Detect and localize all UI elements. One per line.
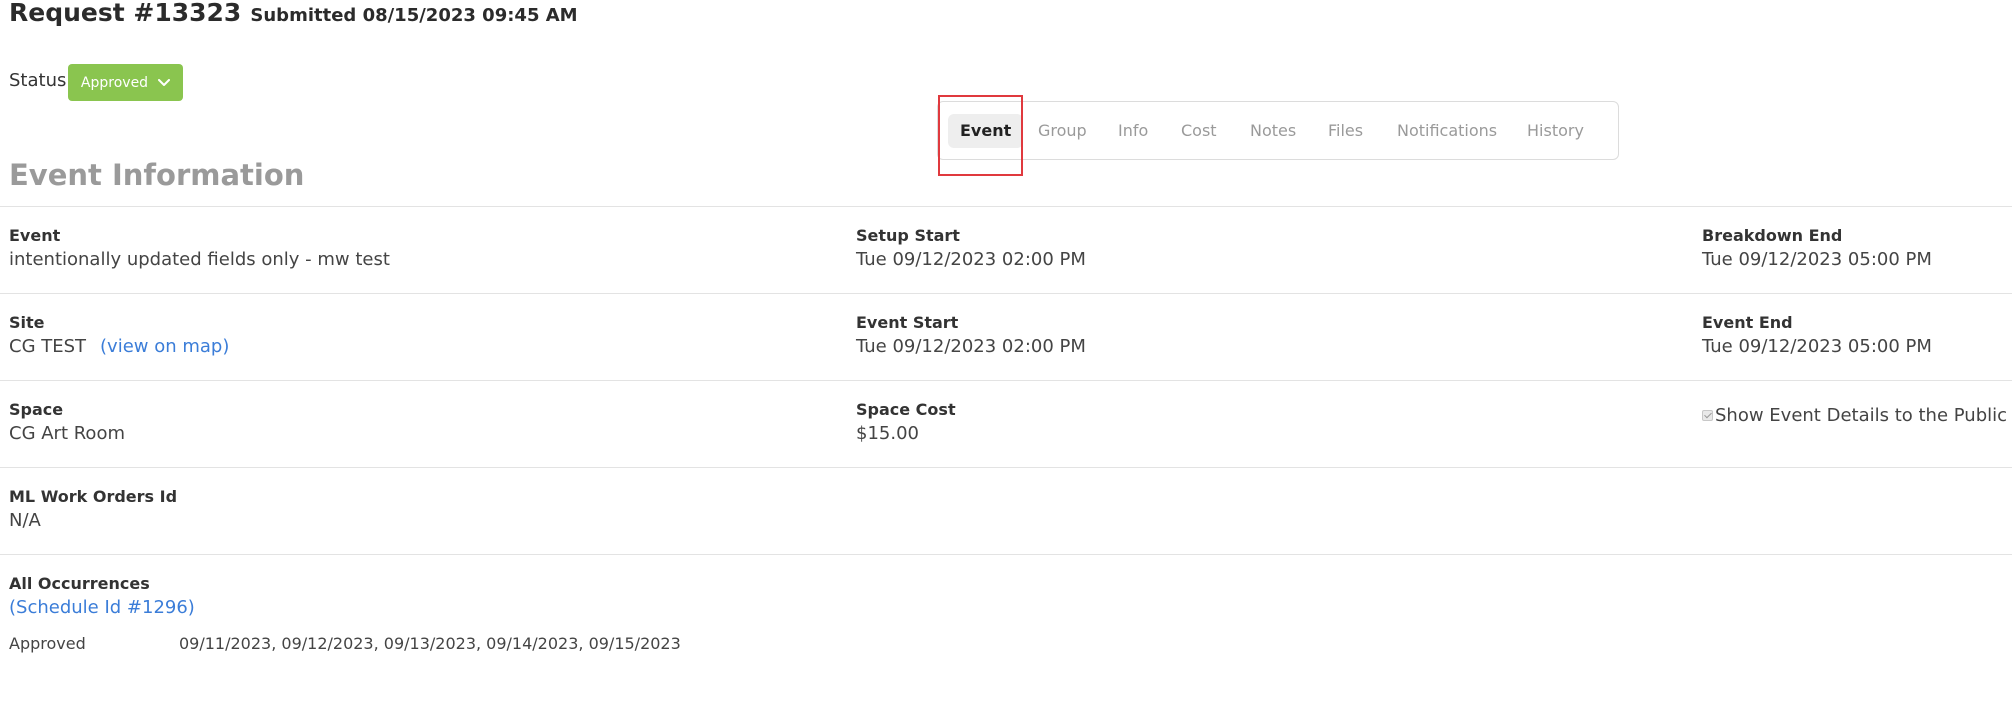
- show-public-checkbox[interactable]: [1702, 410, 1713, 421]
- show-public-label: Show Event Details to the Public: [1715, 405, 2008, 426]
- field-event-end: Event End Tue 09/12/2023 05:00 PM: [1702, 313, 1932, 359]
- field-value: CG TEST (view on map): [9, 335, 229, 359]
- field-value: intentionally updated fields only - mw t…: [9, 249, 390, 270]
- divider: [0, 554, 2012, 555]
- status-label: Status: [9, 70, 67, 91]
- field-event-start: Event Start Tue 09/12/2023 02:00 PM: [856, 313, 1086, 359]
- site-name: CG TEST: [9, 336, 87, 357]
- status-dropdown[interactable]: Approved: [68, 64, 183, 101]
- field-label: Setup Start: [856, 226, 960, 245]
- field-label: Event: [9, 226, 61, 245]
- tab-cost[interactable]: Cost: [1181, 114, 1217, 148]
- field-label: Site: [9, 313, 45, 332]
- divider: [0, 293, 2012, 294]
- field-site: Site CG TEST (view on map): [9, 313, 229, 359]
- view-on-map-link[interactable]: (view on map): [100, 336, 229, 357]
- field-label: ML Work Orders Id: [9, 487, 178, 506]
- field-value: Tue 09/12/2023 05:00 PM: [1702, 249, 1932, 270]
- tab-notes[interactable]: Notes: [1250, 114, 1296, 148]
- tab-group[interactable]: Group: [1038, 114, 1087, 148]
- occurrence-dates: 09/11/2023, 09/12/2023, 09/13/2023, 09/1…: [179, 634, 681, 653]
- field-label: All Occurrences: [9, 574, 150, 593]
- field-label: Event Start: [856, 313, 959, 332]
- divider: [0, 467, 2012, 468]
- show-public-option: Show Event Details to the Public: [1702, 405, 2007, 426]
- submitted-timestamp: Submitted 08/15/2023 09:45 AM: [250, 5, 578, 26]
- field-space-cost: Space Cost $15.00: [856, 400, 956, 446]
- schedule-id-link[interactable]: (Schedule Id #1296): [9, 596, 195, 620]
- field-value: $15.00: [856, 423, 919, 444]
- tab-notifications[interactable]: Notifications: [1397, 114, 1497, 148]
- field-breakdown-end: Breakdown End Tue 09/12/2023 05:00 PM: [1702, 226, 1932, 272]
- occurrence-status: Approved: [9, 634, 86, 653]
- section-title: Event Information: [9, 158, 305, 192]
- status-value: Approved: [80, 74, 149, 91]
- page-header: Request #13323 Submitted 08/15/2023 09:4…: [9, 0, 578, 27]
- tab-info[interactable]: Info: [1118, 114, 1148, 148]
- tab-files[interactable]: Files: [1328, 114, 1363, 148]
- field-value: Tue 09/12/2023 02:00 PM: [856, 336, 1086, 357]
- field-setup-start: Setup Start Tue 09/12/2023 02:00 PM: [856, 226, 1086, 272]
- field-value: N/A: [9, 510, 41, 531]
- divider: [0, 380, 2012, 381]
- tab-history[interactable]: History: [1527, 114, 1584, 148]
- divider: [0, 206, 2012, 207]
- chevron-down-icon: [158, 78, 171, 87]
- field-value: CG Art Room: [9, 423, 125, 444]
- field-ml-work-orders: ML Work Orders Id N/A: [9, 487, 177, 533]
- field-label: Space: [9, 400, 64, 419]
- field-label: Event End: [1702, 313, 1793, 332]
- page-title: Request #13323: [9, 0, 242, 27]
- tab-bar: Event Group Info Cost Notes Files Notifi…: [937, 101, 1619, 160]
- field-value: Tue 09/12/2023 05:00 PM: [1702, 336, 1932, 357]
- tab-event[interactable]: Event: [948, 114, 1024, 148]
- field-space: Space CG Art Room: [9, 400, 125, 446]
- field-label: Space Cost: [856, 400, 956, 419]
- field-label: Breakdown End: [1702, 226, 1843, 245]
- field-value: Tue 09/12/2023 02:00 PM: [856, 249, 1086, 270]
- field-all-occurrences: All Occurrences (Schedule Id #1296): [9, 574, 195, 620]
- field-event: Event intentionally updated fields only …: [9, 226, 390, 272]
